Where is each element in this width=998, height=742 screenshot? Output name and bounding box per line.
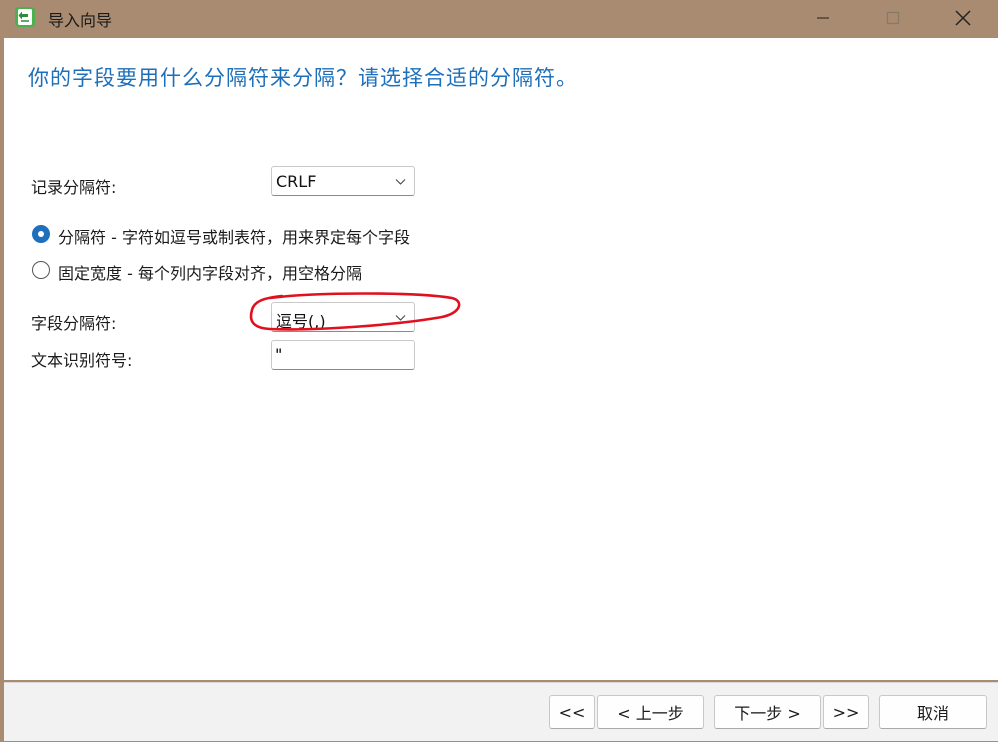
page-heading: 你的字段要用什么分隔符来分隔？请选择合适的分隔符。: [28, 66, 578, 90]
window-title: 导入向导: [48, 11, 113, 30]
radio-fixed-width-button[interactable]: [32, 261, 50, 279]
field-separator-value: 逗号(,): [276, 312, 326, 331]
previous-step-button[interactable]: < 上一步: [597, 695, 704, 729]
text-qualifier-field[interactable]: [271, 340, 415, 370]
wizard-content: 你的字段要用什么分隔符来分隔？请选择合适的分隔符。 记录分隔符: CRLF 分隔…: [4, 38, 998, 680]
first-step-button[interactable]: <<: [549, 695, 595, 729]
radio-fixed-width-label: 固定宽度 - 每个列内字段对齐，用空格分隔: [58, 264, 362, 283]
maximize-icon: [886, 11, 900, 25]
last-step-button[interactable]: >>: [823, 695, 869, 729]
title-bar[interactable]: 导入向导: [0, 0, 998, 36]
radio-delimited-label: 分隔符 - 字符如逗号或制表符，用来界定每个字段: [58, 228, 410, 247]
text-qualifier-input[interactable]: [275, 345, 405, 364]
cancel-button[interactable]: 取消: [879, 695, 987, 729]
chevron-down-icon: [395, 315, 406, 321]
close-button[interactable]: [940, 0, 986, 36]
wizard-footer: << < 上一步 下一步 > >> 取消: [4, 682, 998, 741]
record-separator-label: 记录分隔符:: [31, 178, 117, 197]
minimize-button[interactable]: [800, 0, 846, 36]
next-step-button[interactable]: 下一步 >: [714, 695, 821, 729]
maximize-button[interactable]: [870, 0, 916, 36]
import-wizard-window: 导入向导 你的字段要用什么分隔符来分隔？请选择合适的分隔符。 记录分隔符: CR…: [0, 0, 998, 742]
minimize-icon: [817, 17, 829, 19]
radio-delimited-button[interactable]: [32, 225, 50, 243]
close-icon: [955, 10, 971, 26]
record-separator-select[interactable]: CRLF: [271, 166, 415, 196]
chevron-down-icon: [395, 179, 406, 185]
field-separator-select[interactable]: 逗号(,): [271, 302, 415, 332]
text-qualifier-label: 文本识别符号:: [31, 351, 133, 370]
field-separator-label: 字段分隔符:: [31, 314, 117, 333]
record-separator-value: CRLF: [276, 172, 317, 191]
import-icon: [15, 7, 35, 27]
